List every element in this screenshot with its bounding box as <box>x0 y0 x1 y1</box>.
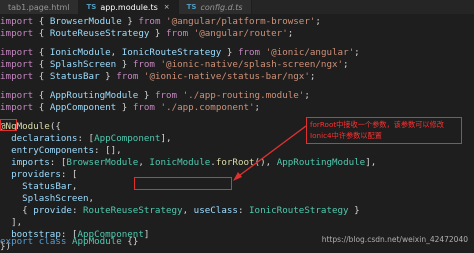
annotation-line-1: forRoot中接收一个参数，该参数可以修改 <box>310 120 444 129</box>
watermark: https://blog.csdn.net/weixin_42472040 <box>321 235 468 244</box>
annotation-box: forRoot中接收一个参数，该参数可以修改 Ionic4中许参数以配置 <box>306 117 462 144</box>
annotation-line-2: Ionic4中许参数以配置 <box>310 131 382 140</box>
